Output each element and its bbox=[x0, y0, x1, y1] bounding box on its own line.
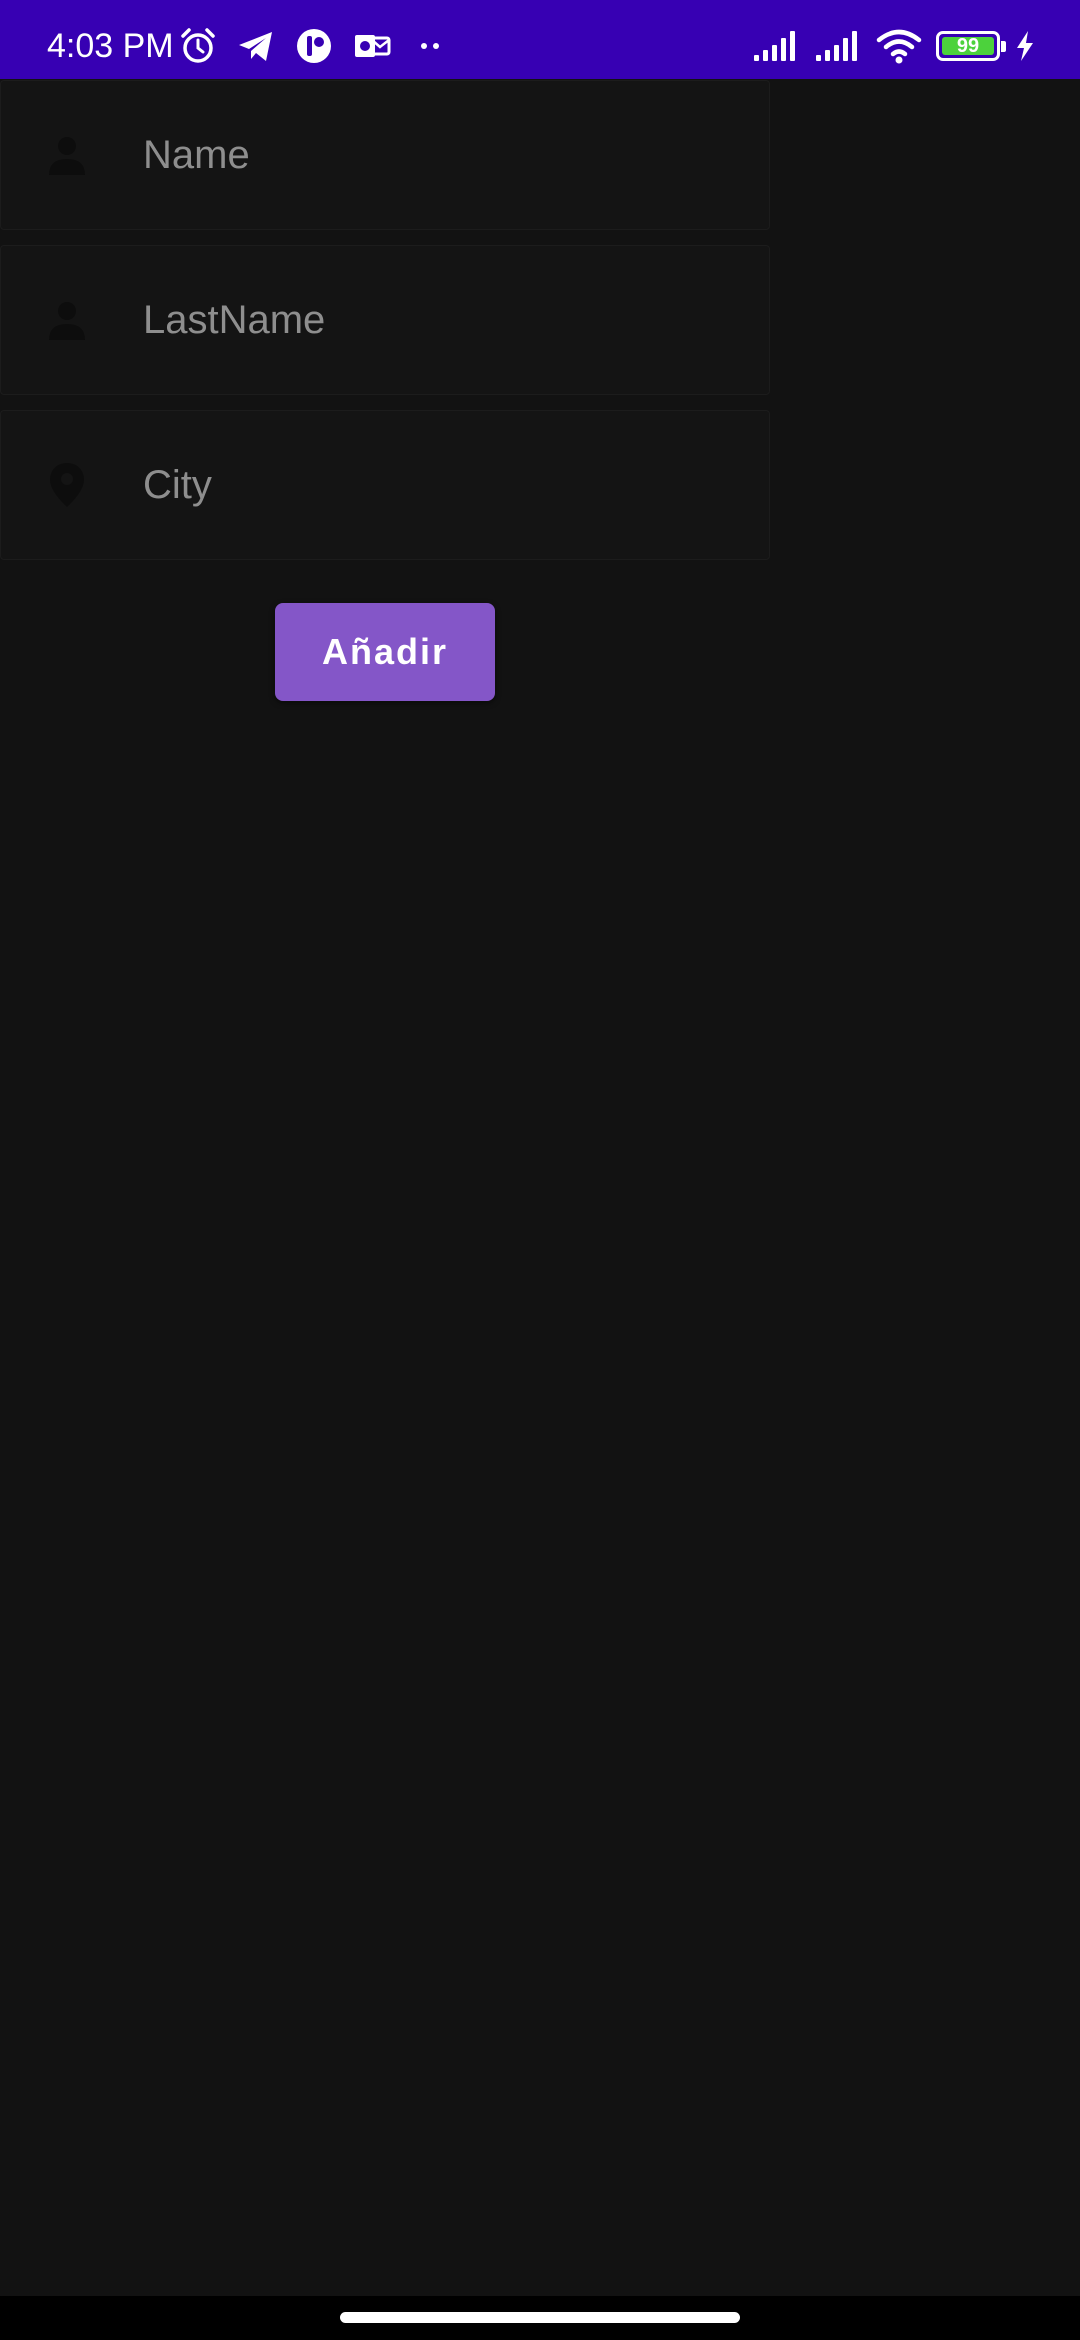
name-field[interactable] bbox=[0, 80, 770, 230]
system-icons: 99 bbox=[752, 25, 1036, 67]
city-field[interactable] bbox=[0, 410, 770, 560]
notification-app-icon bbox=[294, 26, 334, 66]
location-pin-icon bbox=[43, 461, 91, 509]
name-input[interactable] bbox=[143, 81, 743, 229]
charging-icon bbox=[1014, 29, 1036, 63]
status-time: 4:03 PM bbox=[47, 27, 174, 65]
battery-icon: 99 bbox=[936, 31, 1006, 61]
outlook-icon bbox=[352, 26, 392, 66]
status-bar: 4:03 PM 99 bbox=[0, 0, 1080, 79]
wifi-icon bbox=[876, 28, 922, 64]
add-button[interactable]: Añadir bbox=[275, 603, 495, 701]
navigation-bar bbox=[0, 2296, 1080, 2340]
battery-level: 99 bbox=[956, 35, 980, 57]
more-dots-icon bbox=[410, 26, 450, 66]
alarm-icon bbox=[178, 26, 218, 66]
signal-icon bbox=[814, 29, 862, 63]
lastname-field[interactable] bbox=[0, 245, 770, 395]
person-icon bbox=[43, 131, 91, 179]
city-input[interactable] bbox=[143, 411, 743, 559]
telegram-icon bbox=[236, 26, 276, 66]
lastname-input[interactable] bbox=[143, 246, 743, 394]
notification-icons bbox=[178, 25, 450, 67]
person-icon bbox=[43, 296, 91, 344]
home-indicator[interactable] bbox=[340, 2312, 740, 2323]
signal-icon bbox=[752, 29, 800, 63]
